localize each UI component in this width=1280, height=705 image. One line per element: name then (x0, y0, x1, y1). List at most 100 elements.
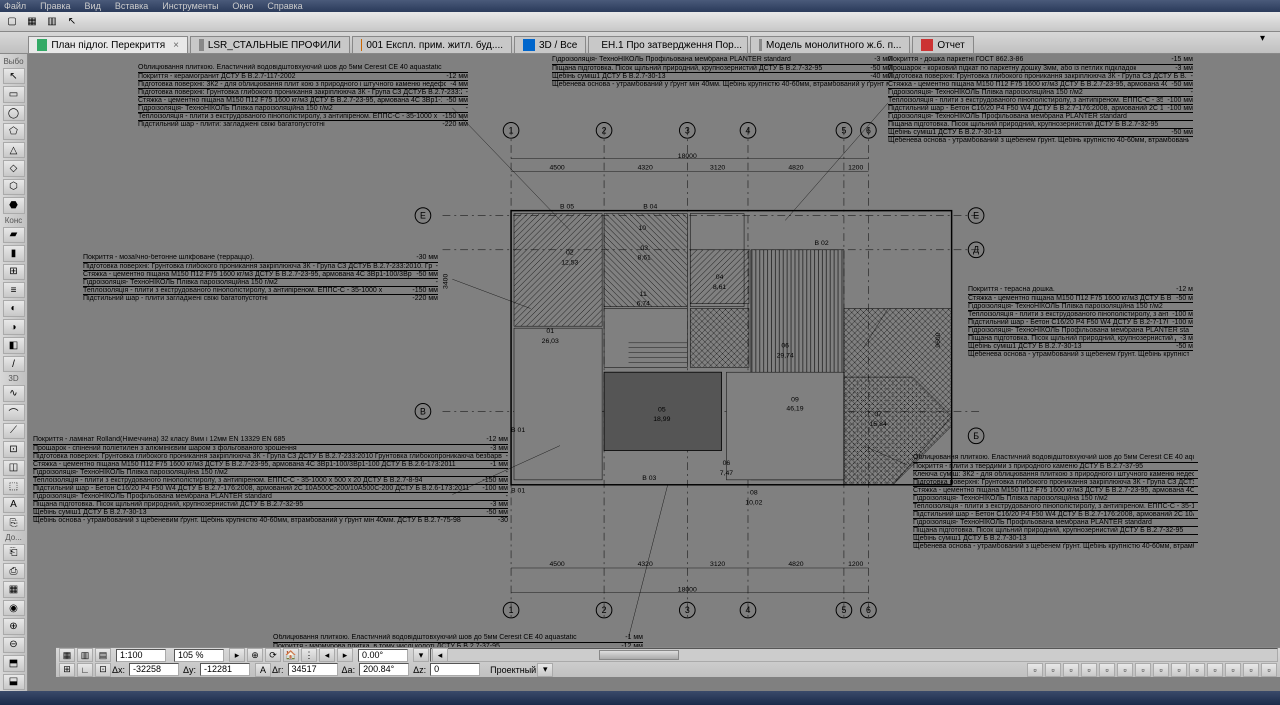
tool-button[interactable]: ⬚ (3, 478, 25, 494)
tab-overflow-icon[interactable]: ▾ (1260, 33, 1278, 51)
tool-button[interactable]: ↖ (3, 68, 25, 84)
tool-button[interactable]: ⬒ (3, 655, 25, 671)
tool-button[interactable]: ⬣ (3, 197, 25, 213)
tool-button[interactable]: △ (3, 142, 25, 158)
tool-button[interactable]: A (3, 497, 25, 513)
note-text: Теплоізоляція - плити з екструдованого п… (83, 287, 382, 295)
tool-button[interactable]: / (3, 356, 25, 372)
note-text: Підстильний шар - Бетон С16/20 Р4 F50 W4… (968, 319, 1168, 327)
tool-button[interactable]: ▭ (3, 86, 25, 102)
document-tab[interactable]: 001 Експл. прим. житл. буд.... (352, 36, 512, 53)
menu-item[interactable]: Справка (267, 1, 302, 11)
coord-btn[interactable]: ⊡ (95, 663, 111, 677)
tool-button[interactable]: ⬠ (3, 123, 25, 139)
note-value: -12 мм (446, 73, 468, 81)
drawing-canvas[interactable]: 4500 4320 3120 4820 1200 18000 4500 4320… (28, 54, 1280, 691)
tool-button[interactable]: ⊞ (3, 264, 25, 280)
arrow-btn[interactable]: ⋮ (301, 648, 317, 662)
note-value: -30 (498, 517, 508, 525)
tool-button[interactable]: ⎗ (3, 544, 25, 560)
tool-button[interactable]: ⊖ (3, 637, 25, 653)
menu-item[interactable]: Инструменты (162, 1, 218, 11)
tool-button[interactable]: ∿ (3, 385, 25, 401)
tool-button[interactable]: ⊕ (3, 618, 25, 634)
angle-input[interactable]: 0.00° (358, 649, 408, 662)
note-text: Підстильний шар - Бетон С16/20 Р4 F50 W4… (913, 511, 1194, 519)
document-tab[interactable]: LSR_СТАЛЬНЫЕ ПРОФИЛИ (190, 36, 350, 53)
document-tab[interactable]: План підлог. Перекриття × (28, 36, 188, 53)
dy-input[interactable]: -12281 (200, 663, 250, 676)
svg-text:15,84: 15,84 (870, 421, 887, 428)
tool-button[interactable]: ▮ (3, 245, 25, 261)
tool-button[interactable]: ⬓ (3, 674, 25, 690)
tool-button[interactable]: ▥ (43, 14, 61, 30)
menu-bar[interactable]: Файл Правка Вид Вставка Инструменты Окно Справ… (0, 0, 1280, 12)
svg-text:3: 3 (685, 125, 690, 135)
note-text: Покриття - терасна дошка. (968, 286, 1055, 294)
tool-button[interactable]: ⎙ (3, 563, 25, 579)
tool-button[interactable]: ◫ (3, 460, 25, 476)
view-btn[interactable]: ▥ (77, 648, 93, 662)
tool-button[interactable]: ▦ (3, 581, 25, 597)
document-tab[interactable]: Модель монолитного ж.б. п... (750, 36, 910, 53)
close-icon[interactable]: × (173, 40, 179, 51)
zoom-input[interactable]: 105 % (174, 649, 224, 662)
note-value: -100 м (1172, 319, 1193, 327)
arrow-btn[interactable]: ▸ (337, 648, 353, 662)
arrow-btn[interactable]: ⊕ (247, 648, 263, 662)
menu-item[interactable]: Вид (85, 1, 101, 11)
dr-input[interactable]: 34517 (288, 663, 338, 676)
svg-text:07: 07 (874, 411, 882, 418)
arrow-btn[interactable]: 🏠 (283, 648, 299, 662)
menu-item[interactable]: Вставка (115, 1, 148, 11)
tool-button[interactable]: ◐ (3, 300, 25, 316)
svg-text:18000: 18000 (678, 153, 697, 160)
menu-item[interactable]: Правка (40, 1, 70, 11)
tool-arrow[interactable]: ↖ (63, 14, 81, 30)
dz-input[interactable]: 0 (430, 663, 480, 676)
document-tab[interactable]: 3D / Все (514, 36, 586, 53)
horizontal-scrollbar[interactable]: ◂ (430, 648, 1278, 662)
coord-btn[interactable]: ∟ (77, 663, 93, 677)
view-btn[interactable]: ▦ (59, 648, 75, 662)
taskbar[interactable] (0, 691, 1280, 705)
note-text: Щебенева основа - утрамбований з щебенем… (968, 351, 1189, 359)
svg-text:9600: 9600 (935, 332, 942, 347)
document-tab[interactable]: Отчет (912, 36, 973, 53)
note-text: Облицювання плиткою. Еластичний водовідш… (273, 634, 577, 642)
tool-button[interactable]: ▰ (3, 227, 25, 243)
tool-button[interactable]: ◯ (3, 105, 25, 121)
menu-item[interactable]: Файл (4, 1, 26, 11)
menu-item[interactable]: Окно (232, 1, 253, 11)
tool-button[interactable]: ◧ (3, 337, 25, 353)
svg-text:2: 2 (602, 605, 607, 615)
svg-text:05: 05 (658, 406, 666, 413)
tool-button[interactable]: ⊡ (3, 441, 25, 457)
tool-button[interactable]: ◑ (3, 319, 25, 335)
tool-button[interactable]: ⎘ (3, 515, 25, 531)
svg-text:3400: 3400 (442, 274, 449, 289)
tool-button[interactable]: ≡ (3, 282, 25, 298)
document-tab[interactable]: ЕН.1 Про затвердження Пор... (588, 36, 748, 53)
arrow-btn[interactable]: ◂ (319, 648, 335, 662)
arrow-btn[interactable]: ▾ (413, 648, 429, 662)
note-text: Підстильний шар - плити загладжені свіжі… (83, 295, 268, 303)
coord-btn[interactable]: ⊞ (59, 663, 75, 677)
tool-button[interactable]: ◇ (3, 160, 25, 176)
arrow-btn[interactable]: ⟳ (265, 648, 281, 662)
tool-button[interactable]: ▦ (23, 14, 41, 30)
arrow-btn[interactable]: ▸ (229, 648, 245, 662)
tool-button[interactable]: ▢ (3, 14, 21, 30)
svg-text:06: 06 (781, 343, 789, 350)
view-btn[interactable]: ▤ (95, 648, 111, 662)
tool-button[interactable]: ◉ (3, 600, 25, 616)
note-text: Гідроізоляція- ТехноНІКОЛЬ Плівка пароіз… (888, 89, 1083, 97)
note-text: Покриття - плити з твердими з природного… (913, 463, 1143, 471)
da-input[interactable]: 200.84° (359, 663, 409, 676)
tool-button[interactable]: ⟋ (3, 423, 25, 439)
dx-input[interactable]: -32258 (129, 663, 179, 676)
tool-button[interactable]: ⌒ (3, 404, 25, 421)
scale-input[interactable]: 1:100 (116, 649, 166, 662)
svg-text:4320: 4320 (638, 561, 653, 568)
tool-button[interactable]: ⬡ (3, 179, 25, 195)
